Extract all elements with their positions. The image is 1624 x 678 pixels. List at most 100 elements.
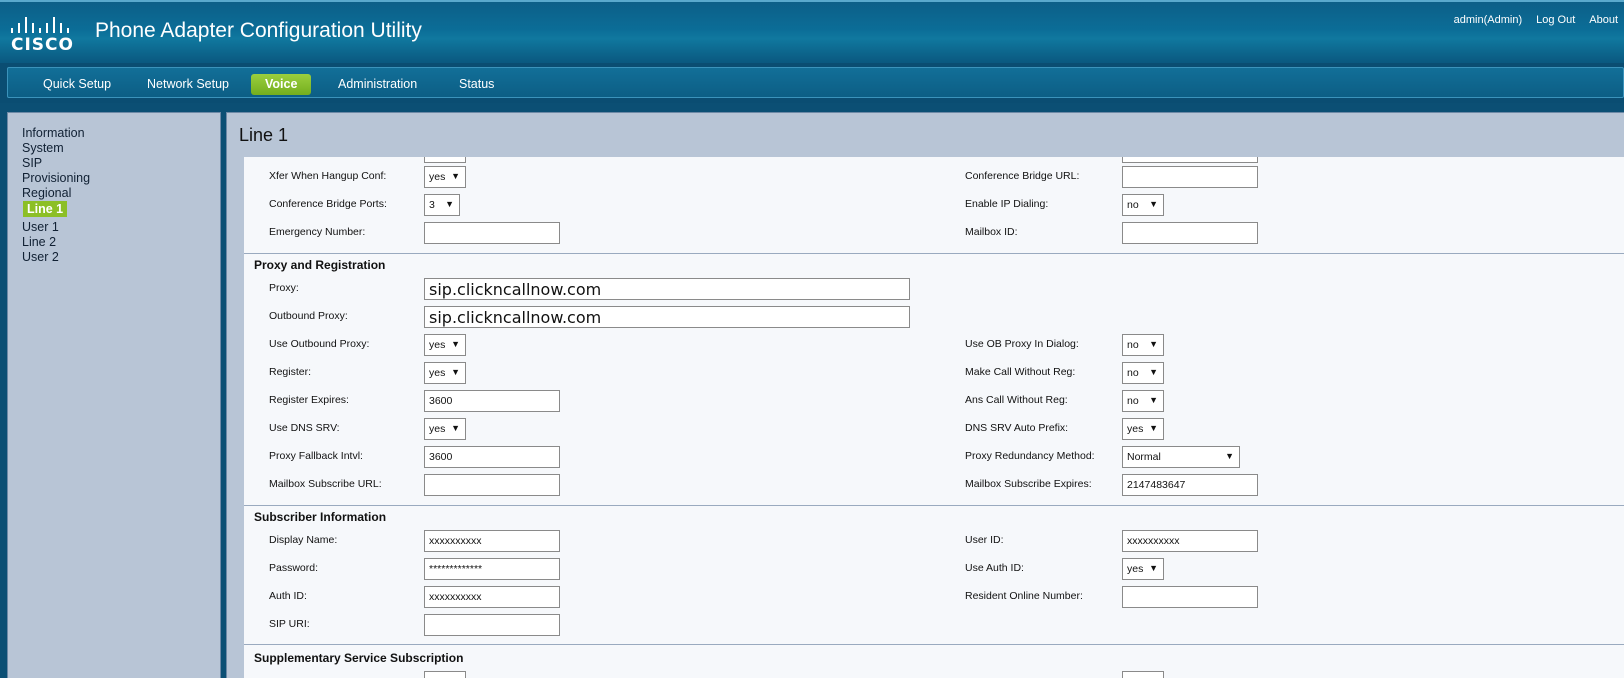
resident-online-number-input[interactable]: [1122, 586, 1258, 608]
supplementary-service-heading: Supplementary Service Subscription: [254, 651, 464, 665]
chevron-down-icon: ▼: [1225, 451, 1234, 461]
password-label: Password:: [269, 562, 319, 574]
current-user-link[interactable]: admin(Admin): [1454, 14, 1522, 26]
conference-bridge-url-input[interactable]: [1122, 166, 1258, 188]
sidebar-item-sip[interactable]: SIP: [22, 156, 42, 170]
mailbox-id-input[interactable]: [1122, 222, 1258, 244]
conference-bridge-url-label: Conference Bridge URL:: [965, 170, 1080, 182]
subscriber-information-heading: Subscriber Information: [254, 510, 387, 524]
sidebar-item-line-1[interactable]: Line 1: [23, 201, 68, 217]
tab-status[interactable]: Status: [445, 74, 508, 95]
chevron-down-icon: ▼: [1149, 395, 1158, 405]
xfer-when-hangup-conf-select[interactable]: yes ▼: [424, 166, 466, 188]
tab-voice[interactable]: Voice: [251, 74, 312, 95]
chevron-down-icon: ▼: [445, 199, 454, 209]
chevron-down-icon: ▼: [1149, 199, 1158, 209]
sidebar-item-system[interactable]: System: [22, 141, 64, 155]
use-outbound-proxy-select[interactable]: yes ▼: [424, 334, 466, 356]
partial-field-bottom-right[interactable]: [1122, 671, 1164, 678]
resident-online-number-label: Resident Online Number:: [965, 590, 1083, 602]
chevron-down-icon: ▼: [451, 423, 460, 433]
use-dns-srv-label: Use DNS SRV:: [269, 422, 340, 434]
use-ob-proxy-in-dialog-select[interactable]: no ▼: [1122, 334, 1164, 356]
main-nav: Quick Setup Network Setup Voice Administ…: [7, 67, 1624, 98]
use-ob-proxy-in-dialog-label: Use OB Proxy In Dialog:: [965, 338, 1079, 350]
use-dns-srv-select[interactable]: yes ▼: [424, 418, 466, 440]
mailbox-id-label: Mailbox ID:: [965, 226, 1018, 238]
section-divider: [244, 253, 1624, 254]
auth-id-label: Auth ID:: [269, 590, 307, 602]
settings-panel[interactable]: Xfer When Hangup Conf: yes ▼ Conference B…: [244, 157, 1624, 678]
chevron-down-icon: ▼: [1149, 339, 1158, 349]
app-header: CISCO Phone Adapter Configuration Utilit…: [0, 0, 1624, 63]
make-call-without-reg-label: Make Call Without Reg:: [965, 366, 1076, 378]
use-auth-id-select[interactable]: yes ▼: [1122, 558, 1164, 580]
sidebar: Information System SIP Provisioning Regi…: [7, 112, 221, 678]
cisco-logo: CISCO: [9, 15, 73, 55]
enable-ip-dialing-label: Enable IP Dialing:: [965, 198, 1049, 210]
sidebar-item-line-2[interactable]: Line 2: [22, 235, 56, 249]
top-links: admin(Admin) Log Out About: [1454, 14, 1618, 26]
sidebar-item-information[interactable]: Information: [22, 126, 85, 140]
conference-bridge-ports-select[interactable]: 3 ▼: [424, 194, 460, 216]
chevron-down-icon: ▼: [451, 171, 460, 181]
proxy-redundancy-method-select[interactable]: Normal ▼: [1122, 446, 1240, 468]
partial-field-top-left[interactable]: [424, 157, 466, 163]
register-label: Register:: [269, 366, 312, 378]
sip-uri-label: SIP URI:: [269, 618, 310, 630]
display-name-label: Display Name:: [269, 534, 338, 546]
ans-call-without-reg-select[interactable]: no ▼: [1122, 390, 1164, 412]
chevron-down-icon: ▼: [451, 367, 460, 377]
proxy-fallback-intvl-input[interactable]: 3600: [424, 446, 560, 468]
main-content: Line 1 Xfer When Hangup Conf: yes ▼ Confe…: [226, 112, 1624, 678]
dns-srv-auto-prefix-select[interactable]: yes ▼: [1122, 418, 1164, 440]
auth-id-input[interactable]: xxxxxxxxxx: [424, 586, 560, 608]
sidebar-item-user-2[interactable]: User 2: [22, 250, 59, 264]
register-expires-label: Register Expires:: [269, 394, 349, 406]
sidebar-item-regional[interactable]: Regional: [22, 186, 71, 200]
chevron-down-icon: ▼: [1149, 367, 1158, 377]
mailbox-subscribe-expires-input[interactable]: 2147483647: [1122, 474, 1258, 496]
emergency-number-label: Emergency Number:: [269, 226, 366, 238]
logout-link[interactable]: Log Out: [1536, 14, 1575, 26]
use-auth-id-label: Use Auth ID:: [965, 562, 1024, 574]
proxy-registration-heading: Proxy and Registration: [254, 258, 386, 272]
tab-quick-setup[interactable]: Quick Setup: [29, 74, 125, 95]
sip-uri-input[interactable]: [424, 614, 560, 636]
section-divider: [244, 644, 1624, 645]
chevron-down-icon: ▼: [451, 339, 460, 349]
conference-bridge-ports-label: Conference Bridge Ports:: [269, 198, 387, 210]
tab-administration[interactable]: Administration: [324, 74, 431, 95]
sidebar-item-user-1[interactable]: User 1: [22, 220, 59, 234]
proxy-redundancy-method-label: Proxy Redundancy Method:: [965, 450, 1095, 462]
partial-field-top-right[interactable]: [1122, 157, 1258, 163]
cisco-logo-bars: [9, 15, 69, 33]
main-nav-wrap: Quick Setup Network Setup Voice Administ…: [0, 63, 1624, 103]
about-link[interactable]: About: [1589, 14, 1618, 26]
cisco-wordmark: CISCO: [11, 35, 74, 55]
register-select[interactable]: yes ▼: [424, 362, 466, 384]
display-name-input[interactable]: xxxxxxxxxx: [424, 530, 560, 552]
mailbox-subscribe-expires-label: Mailbox Subscribe Expires:: [965, 478, 1092, 490]
mailbox-subscribe-url-label: Mailbox Subscribe URL:: [269, 478, 382, 490]
dns-srv-auto-prefix-label: DNS SRV Auto Prefix:: [965, 422, 1069, 434]
user-id-input[interactable]: xxxxxxxxxx: [1122, 530, 1258, 552]
tab-network-setup[interactable]: Network Setup: [133, 74, 243, 95]
sidebar-item-provisioning[interactable]: Provisioning: [22, 171, 90, 185]
make-call-without-reg-select[interactable]: no ▼: [1122, 362, 1164, 384]
outbound-proxy-input[interactable]: sip.clickncallnow.com: [424, 306, 910, 328]
user-id-label: User ID:: [965, 534, 1004, 546]
partial-field-bottom-left[interactable]: [424, 671, 466, 678]
chevron-down-icon: ▼: [1149, 423, 1158, 433]
password-input[interactable]: *************: [424, 558, 560, 580]
outbound-proxy-label: Outbound Proxy:: [269, 310, 348, 322]
mailbox-subscribe-url-input[interactable]: [424, 474, 560, 496]
enable-ip-dialing-select[interactable]: no ▼: [1122, 194, 1164, 216]
proxy-input[interactable]: sip.clickncallnow.com: [424, 278, 910, 300]
xfer-when-hangup-conf-label: Xfer When Hangup Conf:: [269, 170, 387, 182]
ans-call-without-reg-label: Ans Call Without Reg:: [965, 394, 1068, 406]
register-expires-input[interactable]: 3600: [424, 390, 560, 412]
emergency-number-input[interactable]: [424, 222, 560, 244]
proxy-fallback-intvl-label: Proxy Fallback Intvl:: [269, 450, 363, 462]
use-outbound-proxy-label: Use Outbound Proxy:: [269, 338, 370, 350]
